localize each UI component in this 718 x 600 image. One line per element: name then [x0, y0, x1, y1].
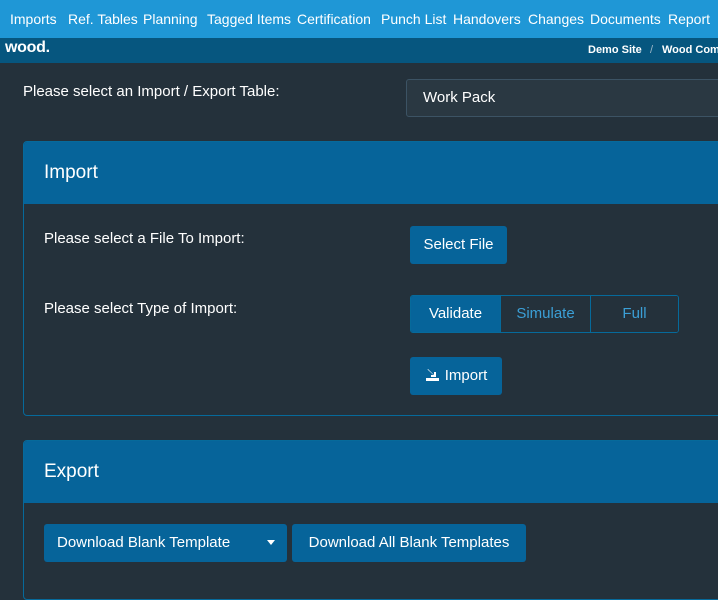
nav-item-certification[interactable]: Certification — [297, 0, 371, 38]
file-select-label: Please select a File To Import: — [44, 230, 245, 247]
nav-item-report[interactable]: Report — [668, 0, 710, 38]
import-type-full[interactable]: Full — [590, 296, 678, 332]
export-panel: Export Download Blank Template Download … — [23, 440, 718, 600]
table-select-label: Please select an Import / Export Table: — [23, 83, 280, 100]
nav-item-ref-tables[interactable]: Ref. Tables — [68, 0, 138, 38]
breadcrumb-project[interactable]: Wood Comm — [662, 44, 718, 56]
nav-item-punch-list[interactable]: Punch List — [381, 0, 446, 38]
breadcrumb-separator: / — [650, 44, 654, 56]
import-panel-title: Import — [24, 142, 718, 204]
select-file-button[interactable]: Select File — [410, 226, 507, 264]
download-template-dropdown[interactable]: Download Blank Template — [44, 524, 287, 562]
download-all-templates-button[interactable]: Download All Blank Templates — [292, 524, 526, 562]
nav-item-documents[interactable]: Documents — [590, 0, 661, 38]
import-type-validate[interactable]: Validate — [411, 296, 500, 332]
import-type-selector: Validate Simulate Full — [410, 295, 679, 333]
import-icon — [425, 369, 439, 381]
top-navigation: Imports Ref. Tables Planning Tagged Item… — [0, 0, 718, 38]
nav-item-tagged-items[interactable]: Tagged Items — [207, 0, 291, 38]
import-type-simulate[interactable]: Simulate — [500, 296, 590, 332]
import-type-label: Please select Type of Import: — [44, 300, 238, 317]
import-button-label: Import — [444, 367, 488, 384]
breadcrumb-site[interactable]: Demo Site — [588, 44, 642, 56]
import-panel: Import Please select a File To Import: S… — [23, 141, 718, 416]
table-select-value: Work Pack — [423, 89, 496, 106]
nav-item-handovers[interactable]: Handovers — [453, 0, 521, 38]
logo-dot: . — [45, 39, 50, 56]
logo-text: wood — [5, 39, 46, 56]
export-panel-title: Export — [24, 441, 718, 503]
nav-item-changes[interactable]: Changes — [528, 0, 584, 38]
site-bar: wood. Demo Site / Wood Comm — [0, 38, 718, 63]
nav-item-imports[interactable]: Imports — [10, 0, 57, 38]
import-button[interactable]: Import — [410, 357, 502, 395]
table-select[interactable]: Work Pack — [406, 79, 718, 117]
wood-logo[interactable]: wood. — [5, 39, 50, 57]
nav-item-planning[interactable]: Planning — [143, 0, 198, 38]
chevron-down-icon — [267, 540, 275, 545]
download-template-label: Download Blank Template — [57, 534, 231, 551]
